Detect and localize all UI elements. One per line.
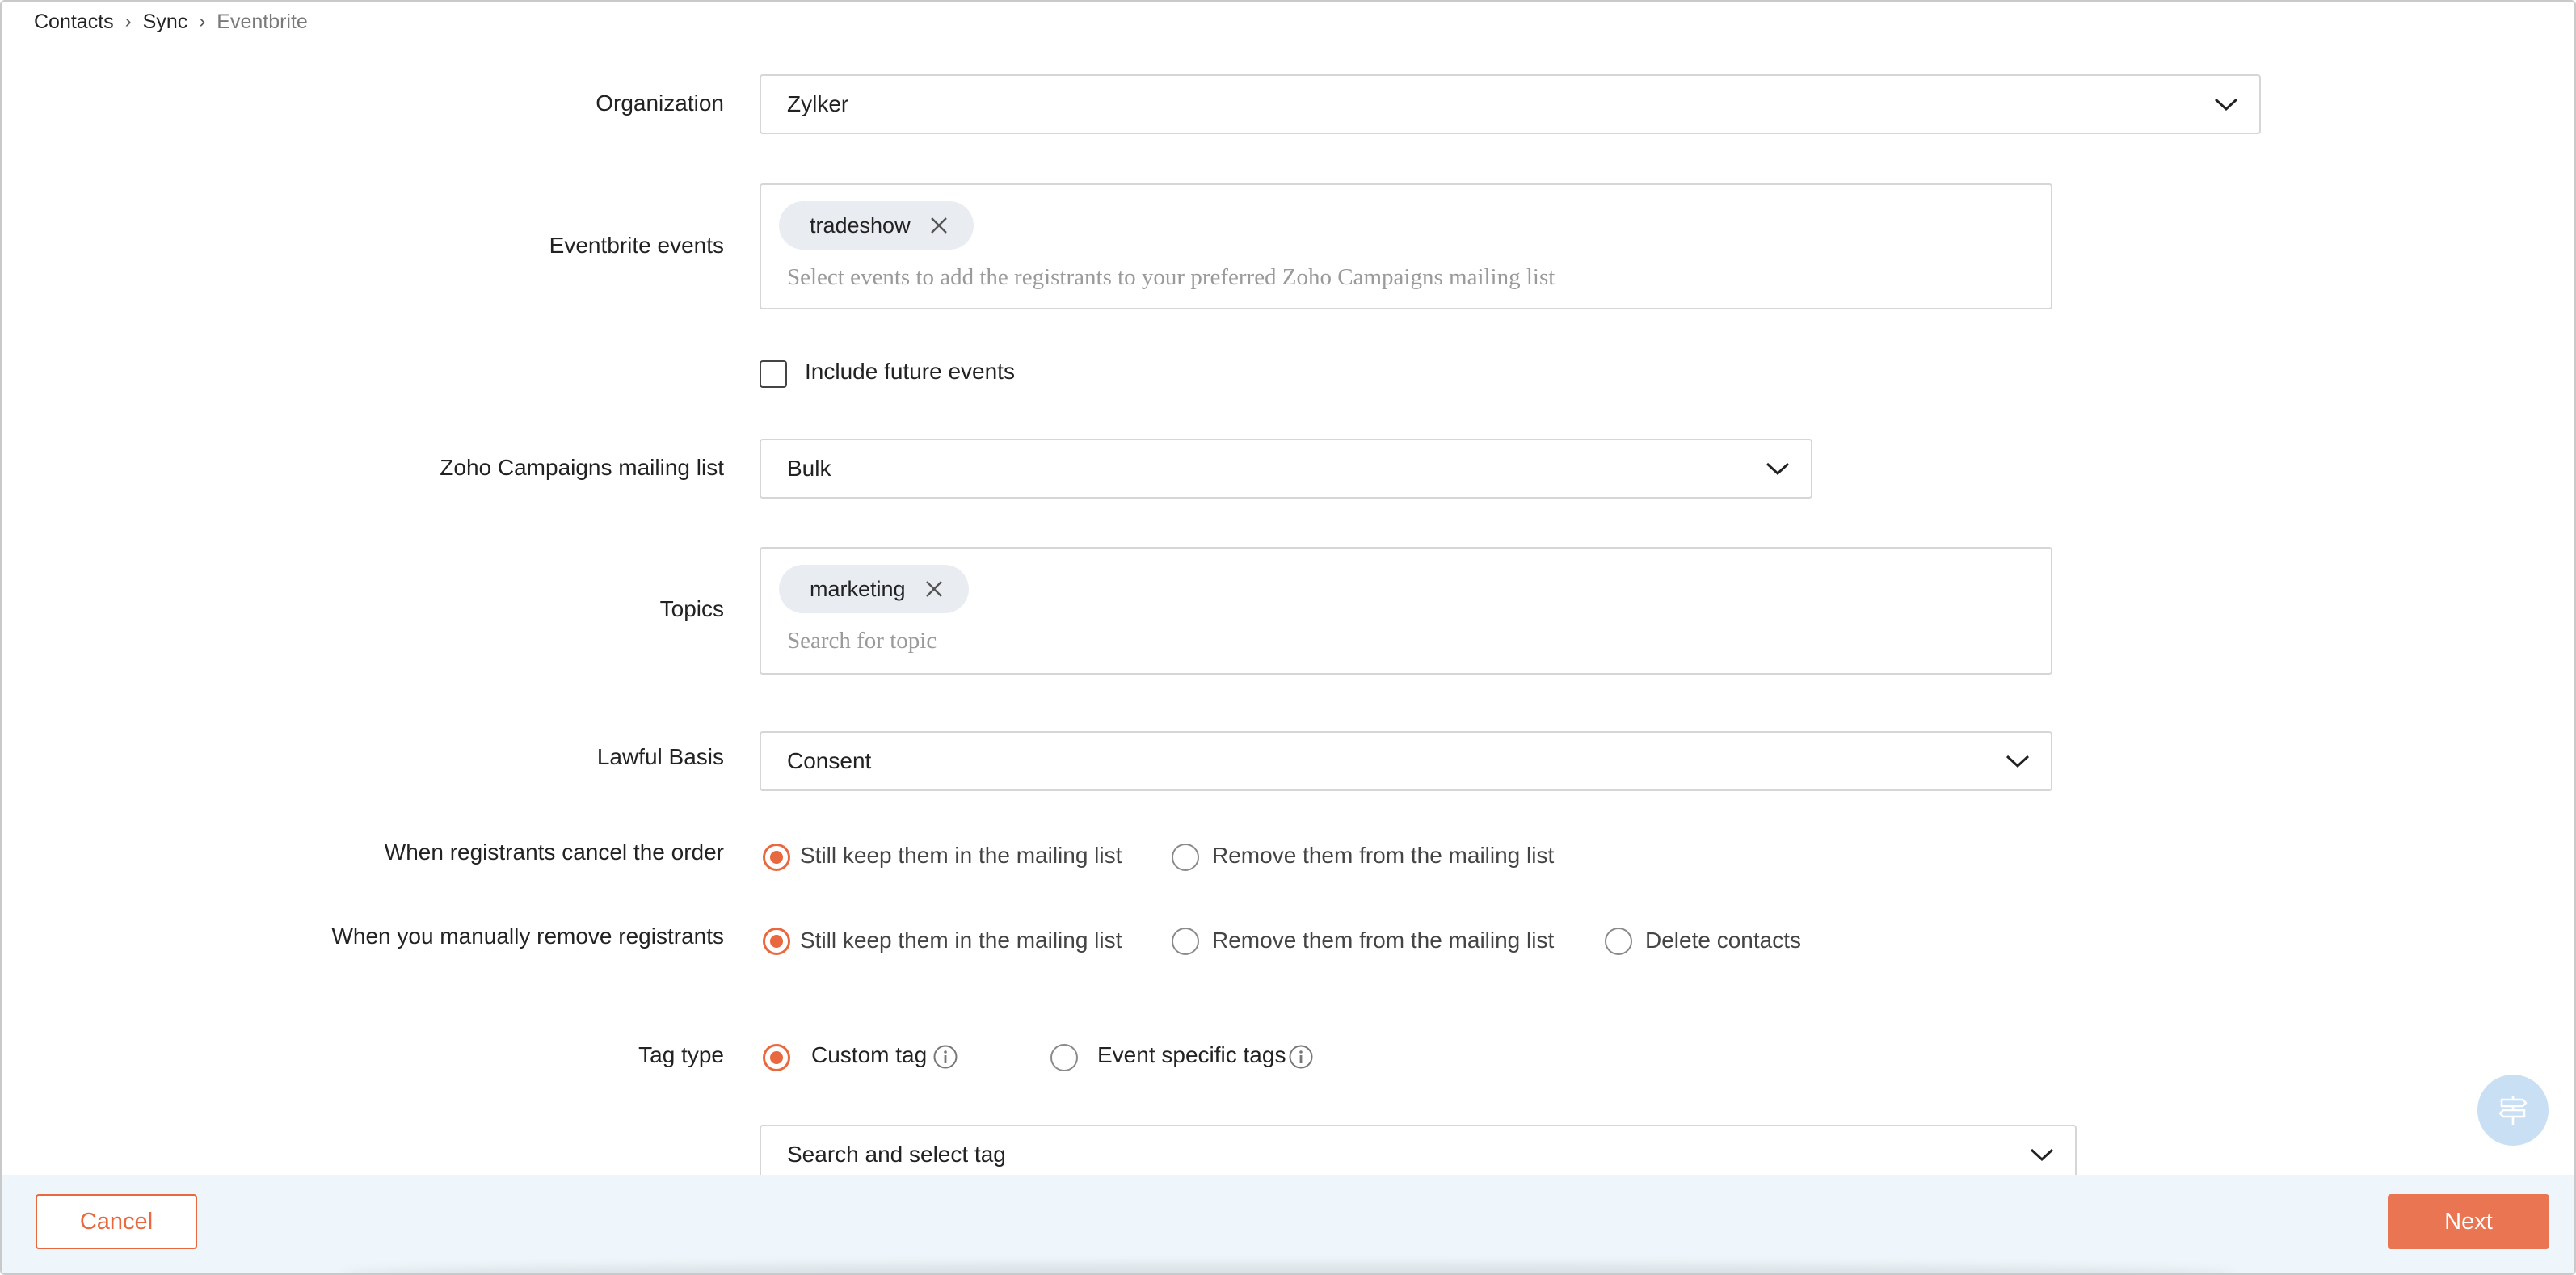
mailing-list-label: Zoho Campaigns mailing list — [440, 455, 724, 480]
signpost-fab-button[interactable] — [2477, 1075, 2549, 1146]
event-specific-tags-radio[interactable] — [1050, 1044, 1078, 1071]
lawful-basis-value: Consent — [787, 748, 872, 773]
footer-shadow — [341, 1264, 2235, 1273]
chevron-down-icon — [1766, 462, 1790, 476]
custom-tag-radio[interactable] — [763, 1044, 790, 1071]
manual-remove-delete-label[interactable]: Delete contacts — [1645, 928, 1801, 953]
breadcrumb-contacts[interactable]: Contacts — [34, 11, 114, 34]
event-chip-label: tradeshow — [810, 212, 911, 238]
next-button[interactable]: Next — [2388, 1194, 2549, 1249]
topics-placeholder: Search for topic — [787, 628, 937, 654]
include-future-events-label[interactable]: Include future events — [805, 359, 1015, 385]
info-icon[interactable] — [932, 1044, 958, 1070]
events-placeholder: Select events to add the registrants to … — [787, 264, 1555, 290]
lawful-basis-select[interactable]: Consent — [760, 731, 2052, 791]
chevron-right-icon: › — [199, 11, 206, 32]
chevron-down-icon — [2214, 98, 2238, 112]
cancel-order-label: When registrants cancel the order — [384, 839, 724, 865]
mailing-list-select[interactable]: Bulk — [760, 439, 1812, 499]
eventbrite-events-label: Eventbrite events — [549, 233, 724, 258]
cancel-order-remove-label[interactable]: Remove them from the mailing list — [1212, 843, 1554, 869]
manual-remove-label: When you manually remove registrants — [331, 924, 724, 949]
organization-select[interactable]: Zylker — [760, 74, 2261, 134]
manual-remove-remove-radio[interactable] — [1172, 928, 1199, 955]
cancel-button[interactable]: Cancel — [36, 1194, 197, 1249]
topic-chip-label: marketing — [810, 576, 906, 601]
manual-remove-delete-radio[interactable] — [1605, 928, 1632, 955]
manual-remove-keep-label[interactable]: Still keep them in the mailing list — [800, 928, 1122, 953]
breadcrumb: Contacts › Sync › Eventbrite — [34, 10, 308, 34]
info-icon[interactable] — [1288, 1044, 1314, 1070]
chevron-right-icon: › — [124, 11, 132, 32]
tag-type-label: Tag type — [638, 1042, 724, 1067]
topics-input[interactable]: marketing Search for topic — [760, 547, 2052, 675]
eventbrite-events-input[interactable]: tradeshow Select events to add the regis… — [760, 183, 2052, 309]
cancel-order-remove-radio[interactable] — [1172, 844, 1199, 871]
app-window: Contacts › Sync › Eventbrite Organizatio… — [0, 0, 2576, 1275]
topics-label: Topics — [659, 596, 724, 621]
footer-bar: Cancel Next — [2, 1175, 2574, 1273]
tag-select-value: Search and select tag — [787, 1142, 1006, 1167]
organization-label: Organization — [596, 90, 724, 116]
topic-chip: marketing — [779, 565, 969, 613]
event-chip: tradeshow — [779, 201, 974, 250]
mailing-list-value: Bulk — [787, 456, 831, 481]
cancel-order-keep-radio[interactable] — [763, 844, 790, 871]
event-specific-tags-label[interactable]: Event specific tags — [1097, 1042, 1286, 1068]
chevron-down-icon — [2030, 1148, 2054, 1162]
breadcrumb-sync[interactable]: Sync — [143, 11, 188, 34]
signpost-icon — [2498, 1096, 2528, 1125]
close-icon[interactable] — [924, 579, 945, 600]
manual-remove-remove-label[interactable]: Remove them from the mailing list — [1212, 928, 1554, 953]
manual-remove-keep-radio[interactable] — [763, 928, 790, 955]
organization-value: Zylker — [787, 91, 849, 116]
lawful-basis-label: Lawful Basis — [596, 744, 724, 769]
include-future-events-checkbox[interactable] — [760, 360, 787, 388]
custom-tag-label[interactable]: Custom tag — [811, 1042, 927, 1068]
breadcrumb-current: Eventbrite — [217, 10, 308, 33]
cancel-order-keep-label[interactable]: Still keep them in the mailing list — [800, 843, 1122, 869]
chevron-down-icon — [2006, 755, 2030, 768]
close-icon[interactable] — [928, 215, 949, 236]
